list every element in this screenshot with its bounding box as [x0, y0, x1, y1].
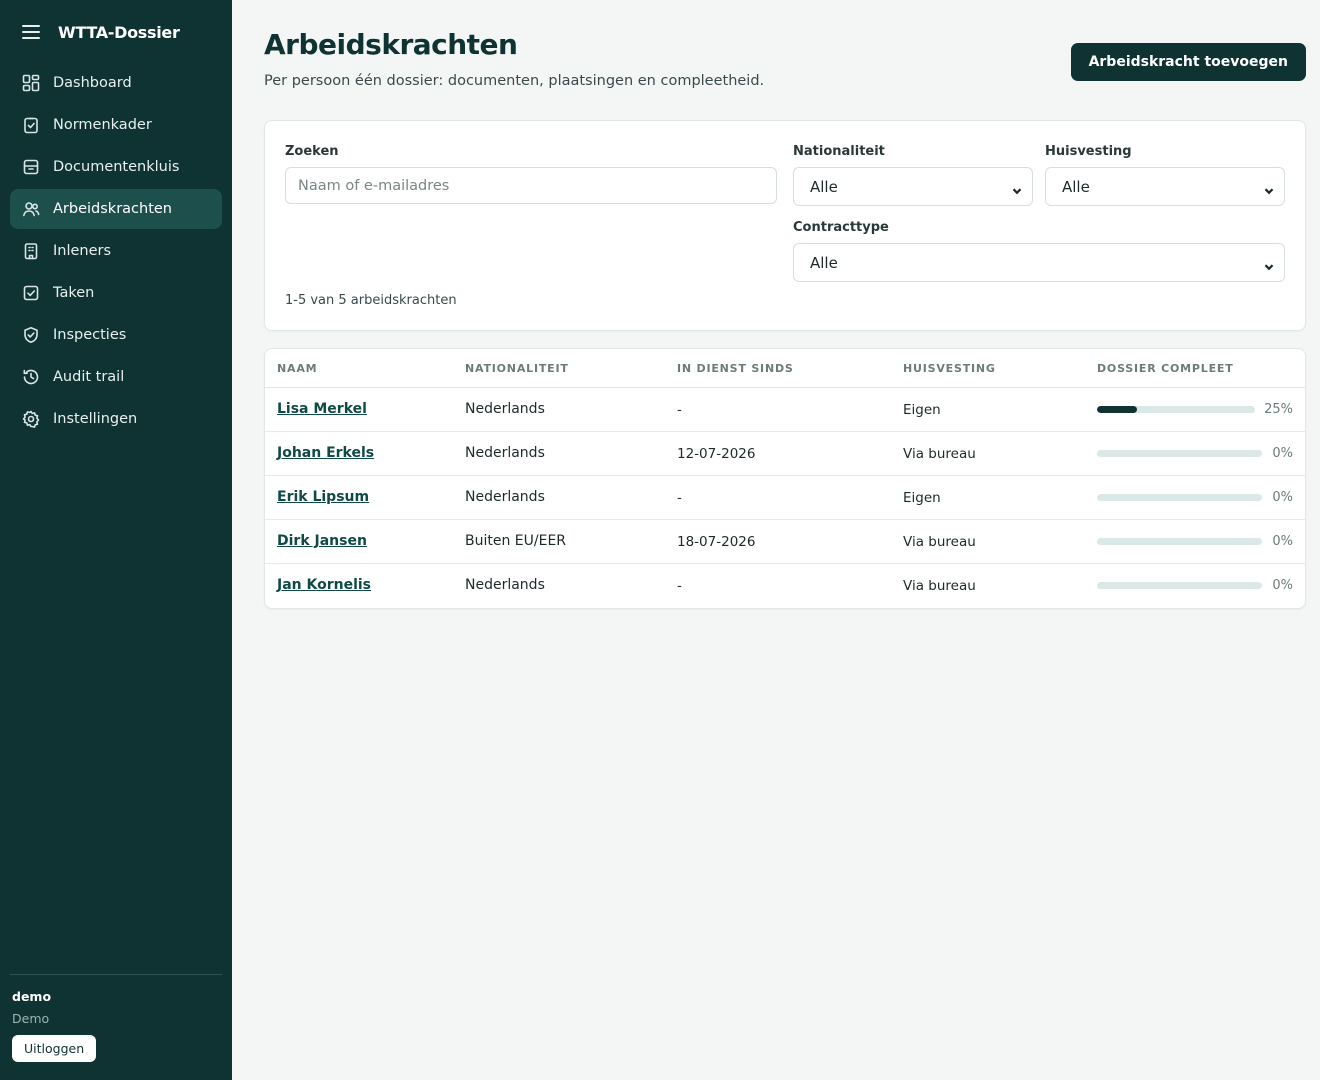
- sidebar-item-label: Documentenkluis: [53, 159, 180, 175]
- housing-cell: Via bureau: [903, 446, 976, 462]
- sidebar-item-label: Inspecties: [53, 327, 127, 343]
- table-row: Erik Lipsum Nederlands - Eigen 0%: [265, 476, 1305, 520]
- worker-name-link[interactable]: Johan Erkels: [277, 445, 374, 461]
- dossier-progress-bar: [1097, 538, 1262, 545]
- column-header-dossier-complete[interactable]: DOSSIER COMPLEET: [1097, 362, 1234, 375]
- housing-select-value: Alle: [1062, 177, 1090, 196]
- nationality-select-value: Alle: [810, 177, 838, 196]
- building-icon: [22, 242, 40, 260]
- table-row: Lisa Merkel Nederlands - Eigen 25%: [265, 388, 1305, 432]
- page-subtitle: Per persoon één dossier: documenten, pla…: [264, 73, 765, 89]
- sidebar-item-inspecties[interactable]: Inspecties: [10, 315, 222, 355]
- sidebar-item-label: Audit trail: [53, 369, 125, 385]
- sidebar-nav: Dashboard Normenkader Documentenkluis Ar…: [10, 63, 222, 441]
- worker-name-link[interactable]: Erik Lipsum: [277, 489, 369, 505]
- dossier-progress-bar: [1097, 582, 1262, 589]
- dossier-progress-bar: [1097, 494, 1262, 501]
- table-row: Jan Kornelis Nederlands - Via bureau 0%: [265, 564, 1305, 608]
- housing-label: Huisvesting: [1045, 144, 1132, 159]
- archive-icon: [22, 158, 40, 176]
- search-label: Zoeken: [285, 144, 339, 159]
- page-title: Arbeidskrachten: [264, 28, 518, 61]
- gear-icon: [22, 410, 40, 428]
- sidebar-item-normenkader[interactable]: Normenkader: [10, 105, 222, 145]
- sidebar-item-inleners[interactable]: Inleners: [10, 231, 222, 271]
- worker-name-link[interactable]: Lisa Merkel: [277, 401, 367, 417]
- table-row: Johan Erkels Nederlands 12-07-2026 Via b…: [265, 432, 1305, 476]
- contract-type-select[interactable]: Alle: [793, 243, 1285, 282]
- sidebar-item-label: Dashboard: [53, 75, 132, 91]
- sidebar-item-audit-trail[interactable]: Audit trail: [10, 357, 222, 397]
- chevron-down-icon: [1264, 258, 1274, 271]
- since-cell: 12-07-2026: [677, 446, 756, 462]
- contract-type-select-value: Alle: [810, 253, 838, 272]
- nationality-cell: Nederlands: [465, 401, 545, 417]
- user-organization: Demo: [12, 1011, 50, 1026]
- column-header-nationality[interactable]: NATIONALITEIT: [465, 362, 569, 375]
- menu-icon[interactable]: [22, 25, 40, 39]
- dossier-percentage: 0%: [1272, 534, 1293, 549]
- housing-cell: Via bureau: [903, 578, 976, 594]
- nationality-cell: Nederlands: [465, 445, 545, 461]
- column-header-since[interactable]: IN DIENST SINDS: [677, 362, 794, 375]
- shield-check-icon: [22, 326, 40, 344]
- history-icon: [22, 368, 40, 386]
- logout-button[interactable]: Uitloggen: [12, 1035, 97, 1062]
- dossier-progress-bar: [1097, 450, 1262, 457]
- housing-cell: Eigen: [903, 490, 941, 506]
- sidebar-item-documentenkluis[interactable]: Documentenkluis: [10, 147, 222, 187]
- sidebar-footer: demo Demo Uitloggen: [10, 974, 222, 1062]
- sidebar-item-taken[interactable]: Taken: [10, 273, 222, 313]
- checkbox-icon: [22, 284, 40, 302]
- sidebar-item-arbeidskrachten[interactable]: Arbeidskrachten: [10, 189, 222, 229]
- brand: WTTA-Dossier: [22, 20, 180, 44]
- user-name: demo: [12, 989, 52, 1004]
- sidebar-item-label: Normenkader: [53, 117, 152, 133]
- search-input[interactable]: [285, 167, 777, 204]
- column-header-housing[interactable]: HUISVESTING: [903, 362, 996, 375]
- dossier-percentage: 0%: [1272, 446, 1293, 461]
- sidebar-item-instellingen[interactable]: Instellingen: [10, 399, 222, 439]
- housing-cell: Via bureau: [903, 534, 976, 550]
- sidebar-item-label: Taken: [53, 285, 95, 301]
- sidebar-item-dashboard[interactable]: Dashboard: [10, 63, 222, 103]
- nationality-select[interactable]: Alle: [793, 167, 1033, 206]
- sidebar-item-label: Inleners: [53, 243, 112, 259]
- dossier-percentage: 0%: [1272, 490, 1293, 505]
- contract-type-label: Contracttype: [793, 220, 889, 235]
- table-row: Dirk Jansen Buiten EU/EER 18-07-2026 Via…: [265, 520, 1305, 564]
- since-cell: 18-07-2026: [677, 534, 756, 550]
- chevron-down-icon: [1012, 182, 1022, 195]
- nationality-cell: Nederlands: [465, 577, 545, 593]
- dossier-progress-bar: [1097, 406, 1255, 413]
- since-cell: -: [677, 402, 682, 418]
- worker-name-link[interactable]: Dirk Jansen: [277, 533, 367, 549]
- filter-panel: Zoeken Nationaliteit Alle Huisvesting Al…: [264, 120, 1306, 331]
- workers-table: NAAM NATIONALITEIT IN DIENST SINDS HUISV…: [264, 348, 1306, 609]
- since-cell: -: [677, 578, 682, 594]
- column-header-name[interactable]: NAAM: [277, 362, 317, 375]
- sidebar: WTTA-Dossier Dashboard Normenkader Docum…: [0, 0, 232, 1080]
- dossier-percentage: 0%: [1272, 578, 1293, 593]
- chevron-down-icon: [1264, 182, 1274, 195]
- dashboard-icon: [22, 74, 40, 92]
- app-title: WTTA-Dossier: [58, 22, 180, 42]
- nationality-cell: Buiten EU/EER: [465, 533, 567, 549]
- sidebar-item-label: Arbeidskrachten: [53, 201, 172, 217]
- nationality-cell: Nederlands: [465, 489, 545, 505]
- dossier-progress-fill: [1097, 406, 1137, 413]
- table-header: NAAM NATIONALITEIT IN DIENST SINDS HUISV…: [265, 349, 1305, 388]
- housing-select[interactable]: Alle: [1045, 167, 1285, 206]
- result-count: 1-5 van 5 arbeidskrachten: [285, 293, 457, 308]
- sidebar-item-label: Instellingen: [53, 411, 138, 427]
- worker-name-link[interactable]: Jan Kornelis: [277, 577, 371, 593]
- dossier-percentage: 25%: [1264, 402, 1293, 417]
- housing-cell: Eigen: [903, 402, 941, 418]
- nationality-label: Nationaliteit: [793, 144, 885, 159]
- add-worker-button[interactable]: Arbeidskracht toevoegen: [1070, 43, 1306, 81]
- users-icon: [22, 200, 40, 218]
- since-cell: -: [677, 490, 682, 506]
- clipboard-check-icon: [22, 116, 40, 134]
